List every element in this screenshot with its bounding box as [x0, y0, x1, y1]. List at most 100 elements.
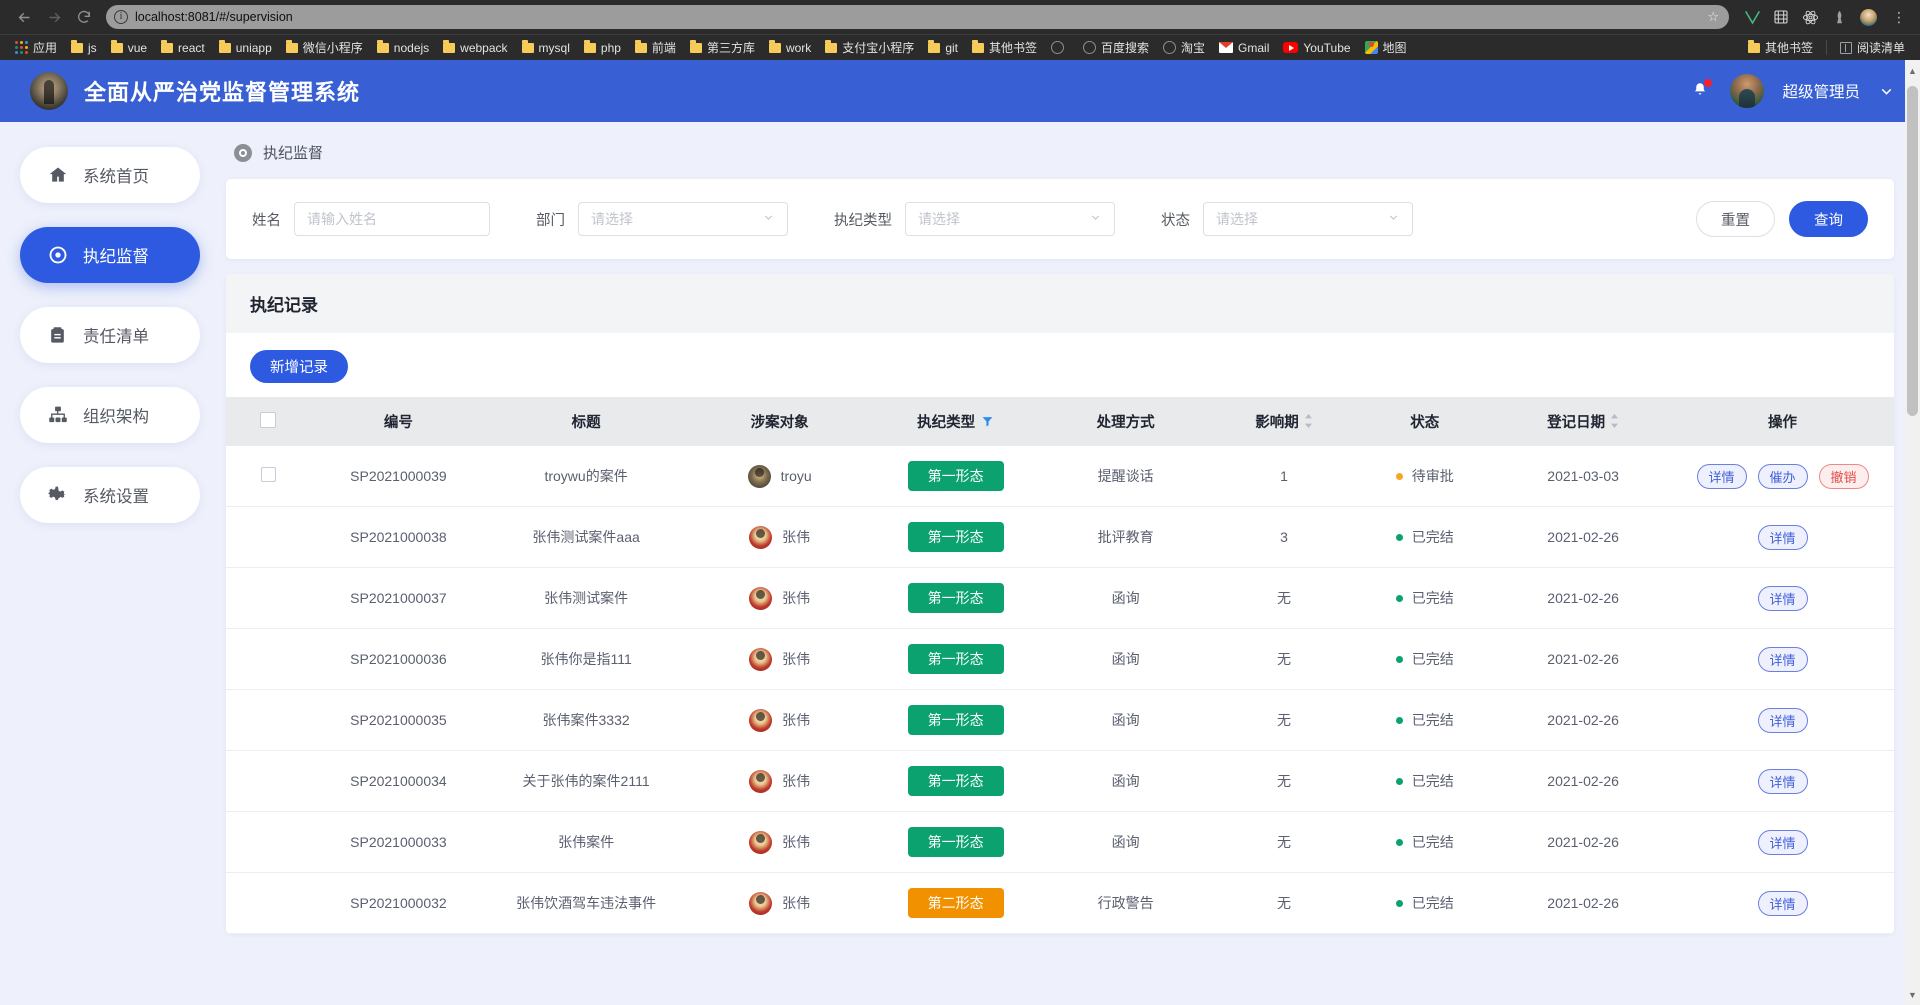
extension-gray-icon[interactable] — [1830, 8, 1848, 26]
cell-operations: 详情 — [1671, 506, 1894, 568]
table-row[interactable]: SP2021000032 张伟饮酒驾车违法事件 张伟 第二形态 行政警告无 已完结 2021… — [226, 872, 1894, 934]
bookmark-globe-1[interactable] — [1044, 41, 1076, 54]
type-tag: 第一形态 — [907, 583, 1004, 613]
bookmark-wechat-miniprogram[interactable]: 微信小程序 — [279, 39, 370, 56]
sidebar-item-responsibility-list[interactable]: 责任清单 — [20, 307, 200, 363]
sort-arrows-icon[interactable] — [1610, 414, 1619, 432]
reading-list-button[interactable]: 阅读清单 — [1833, 39, 1912, 56]
page-scrollbar[interactable]: ▲ ▼ — [1905, 60, 1920, 1005]
sort-arrows-icon[interactable] — [1304, 414, 1313, 432]
add-record-button[interactable]: 新增记录 — [250, 350, 348, 383]
revoke-button[interactable]: 撤销 — [1818, 463, 1869, 489]
cell-title: 张伟测试案件aaa — [486, 506, 686, 568]
detail-button[interactable]: 详情 — [1757, 768, 1808, 794]
bookmark-star-icon[interactable]: ☆ — [1707, 9, 1721, 25]
forward-arrow-icon[interactable] — [40, 3, 68, 31]
funnel-filter-icon[interactable] — [981, 415, 994, 432]
cell-date: 2021-02-26 — [1495, 567, 1672, 629]
type-select-value: 请选择 — [918, 211, 960, 227]
address-bar[interactable]: i localhost:8081/#/supervision ☆ — [106, 5, 1729, 29]
department-select[interactable]: 请选择 — [578, 202, 788, 236]
detail-button[interactable]: 详情 — [1757, 524, 1808, 550]
profile-avatar-icon[interactable] — [1859, 8, 1877, 26]
bookmark-thirdparty[interactable]: 第三方库 — [683, 39, 762, 56]
sidebar-item-home[interactable]: 系统首页 — [20, 147, 200, 203]
table-row[interactable]: SP2021000038 张伟测试案件aaa 张伟 第一形态 批评教育 3 已完结 2021-… — [226, 506, 1894, 568]
react-devtools-icon[interactable] — [1801, 8, 1819, 26]
search-input[interactable]: 请输入姓名 — [294, 202, 490, 236]
detail-button[interactable]: 详情 — [1757, 707, 1808, 733]
cell-handling: 行政警告 — [1037, 872, 1214, 934]
bookmark-js[interactable]: js — [64, 40, 104, 55]
table-row[interactable]: SP2021000035 张伟案件3332 张伟 第一形态 函询无 已完结 2021-02-… — [226, 689, 1894, 751]
avatar[interactable] — [1730, 74, 1765, 108]
bookmark-react[interactable]: react — [154, 40, 212, 55]
cell-title: 张伟案件3332 — [486, 689, 686, 751]
cell-period: 无 — [1213, 750, 1355, 812]
bookmark-label: 阅读清单 — [1856, 41, 1905, 55]
table-row[interactable]: SP2021000033 张伟案件 张伟 第一形态 函询无 已完结 2021-02-26 详情 — [226, 811, 1894, 873]
bookmark-other[interactable]: 其他书签 — [965, 39, 1044, 56]
sidebar-item-supervision[interactable]: 执纪监督 — [20, 227, 200, 283]
status-select[interactable]: 请选择 — [1203, 202, 1413, 236]
reset-button[interactable]: 重置 — [1696, 201, 1775, 237]
th-title: 标题 — [486, 397, 686, 446]
table-row[interactable]: SP2021000036 张伟你是指111 张伟 第一形态 函询无 已完结 2021-02-… — [226, 628, 1894, 690]
row-checkbox-cell[interactable] — [226, 446, 311, 507]
detail-button[interactable]: 详情 — [1757, 829, 1808, 855]
back-arrow-icon[interactable] — [10, 3, 38, 31]
browser-menu-icon[interactable]: ⋮ — [1888, 9, 1910, 26]
row-checkbox-cell — [226, 872, 311, 934]
vue-devtools-icon[interactable] — [1743, 8, 1761, 26]
folder-icon — [768, 40, 781, 53]
bookmark-php[interactable]: php — [577, 40, 628, 55]
cell-person: 张伟 — [685, 872, 874, 934]
reload-icon[interactable] — [70, 3, 98, 31]
search-button[interactable]: 查询 — [1789, 201, 1868, 237]
chevron-down-icon[interactable] — [1878, 83, 1894, 99]
select-all-checkbox[interactable] — [260, 411, 277, 428]
bookmark-apps[interactable]: 应用 — [8, 39, 64, 56]
bookmark-work[interactable]: work — [762, 40, 818, 55]
table-row[interactable]: SP2021000037 张伟测试案件 张伟 第一形态 函询无 已完结 2021-02-26… — [226, 567, 1894, 629]
extension-icon[interactable] — [1772, 8, 1790, 26]
sidebar-item-label: 组织架构 — [83, 408, 149, 426]
bookmark-vue[interactable]: vue — [104, 40, 154, 55]
scroll-up-arrow-icon[interactable]: ▲ — [1905, 63, 1920, 78]
table-row[interactable]: SP2021000039 troywu的案件 troyu 第一形态 提醒谈话 1 待审批 20… — [226, 446, 1894, 507]
sidebar-item-org-chart[interactable]: 组织架构 — [20, 387, 200, 443]
bookmark-baidu[interactable]: 百度搜索 — [1076, 39, 1156, 56]
urge-button[interactable]: 催办 — [1757, 463, 1808, 489]
bookmark-maps[interactable]: 地图 — [1358, 39, 1414, 56]
bookmark-frontend[interactable]: 前端 — [628, 39, 683, 56]
type-select[interactable]: 请选择 — [905, 202, 1115, 236]
cell-operations: 详情 — [1671, 811, 1894, 873]
avatar — [749, 830, 773, 854]
sidebar-item-label: 系统设置 — [83, 488, 149, 506]
bookmark-taobao[interactable]: 淘宝 — [1156, 39, 1212, 56]
status-badge: 已完结 — [1411, 651, 1454, 667]
sidebar-item-settings[interactable]: 系统设置 — [20, 467, 200, 523]
table-body: SP2021000039 troywu的案件 troyu 第一形态 提醒谈话 1 待审批 20… — [226, 446, 1894, 934]
table-row[interactable]: SP2021000034 关于张伟的案件2111 张伟 第一形态 函询无 已完结 2021-… — [226, 750, 1894, 812]
bookmark-label: 第三方库 — [706, 41, 755, 55]
detail-button[interactable]: 详情 — [1757, 585, 1808, 611]
row-checkbox[interactable] — [260, 467, 276, 482]
bookmark-alipay-miniprogram[interactable]: 支付宝小程序 — [818, 39, 921, 56]
bookmark-mysql[interactable]: mysql — [515, 40, 577, 55]
scrollbar-thumb[interactable] — [1907, 86, 1918, 416]
bookmark-gmail[interactable]: Gmail — [1212, 41, 1276, 55]
bookmark-webpack[interactable]: webpack — [436, 40, 514, 55]
bookmark-nodejs[interactable]: nodejs — [370, 40, 436, 55]
detail-button[interactable]: 详情 — [1757, 890, 1808, 916]
detail-button[interactable]: 详情 — [1696, 463, 1747, 489]
bookmark-youtube[interactable]: YouTube — [1276, 41, 1357, 55]
scroll-down-arrow-icon[interactable]: ▼ — [1905, 987, 1920, 1002]
site-info-icon[interactable]: i — [114, 10, 128, 24]
bookmark-git[interactable]: git — [921, 40, 965, 55]
detail-button[interactable]: 详情 — [1757, 646, 1808, 672]
notification-bell-icon[interactable] — [1690, 79, 1713, 103]
bookmark-uniapp[interactable]: uniapp — [212, 40, 279, 55]
status-badge: 已完结 — [1411, 590, 1454, 606]
bookmark-other-right[interactable]: 其他书签 — [1741, 39, 1820, 56]
